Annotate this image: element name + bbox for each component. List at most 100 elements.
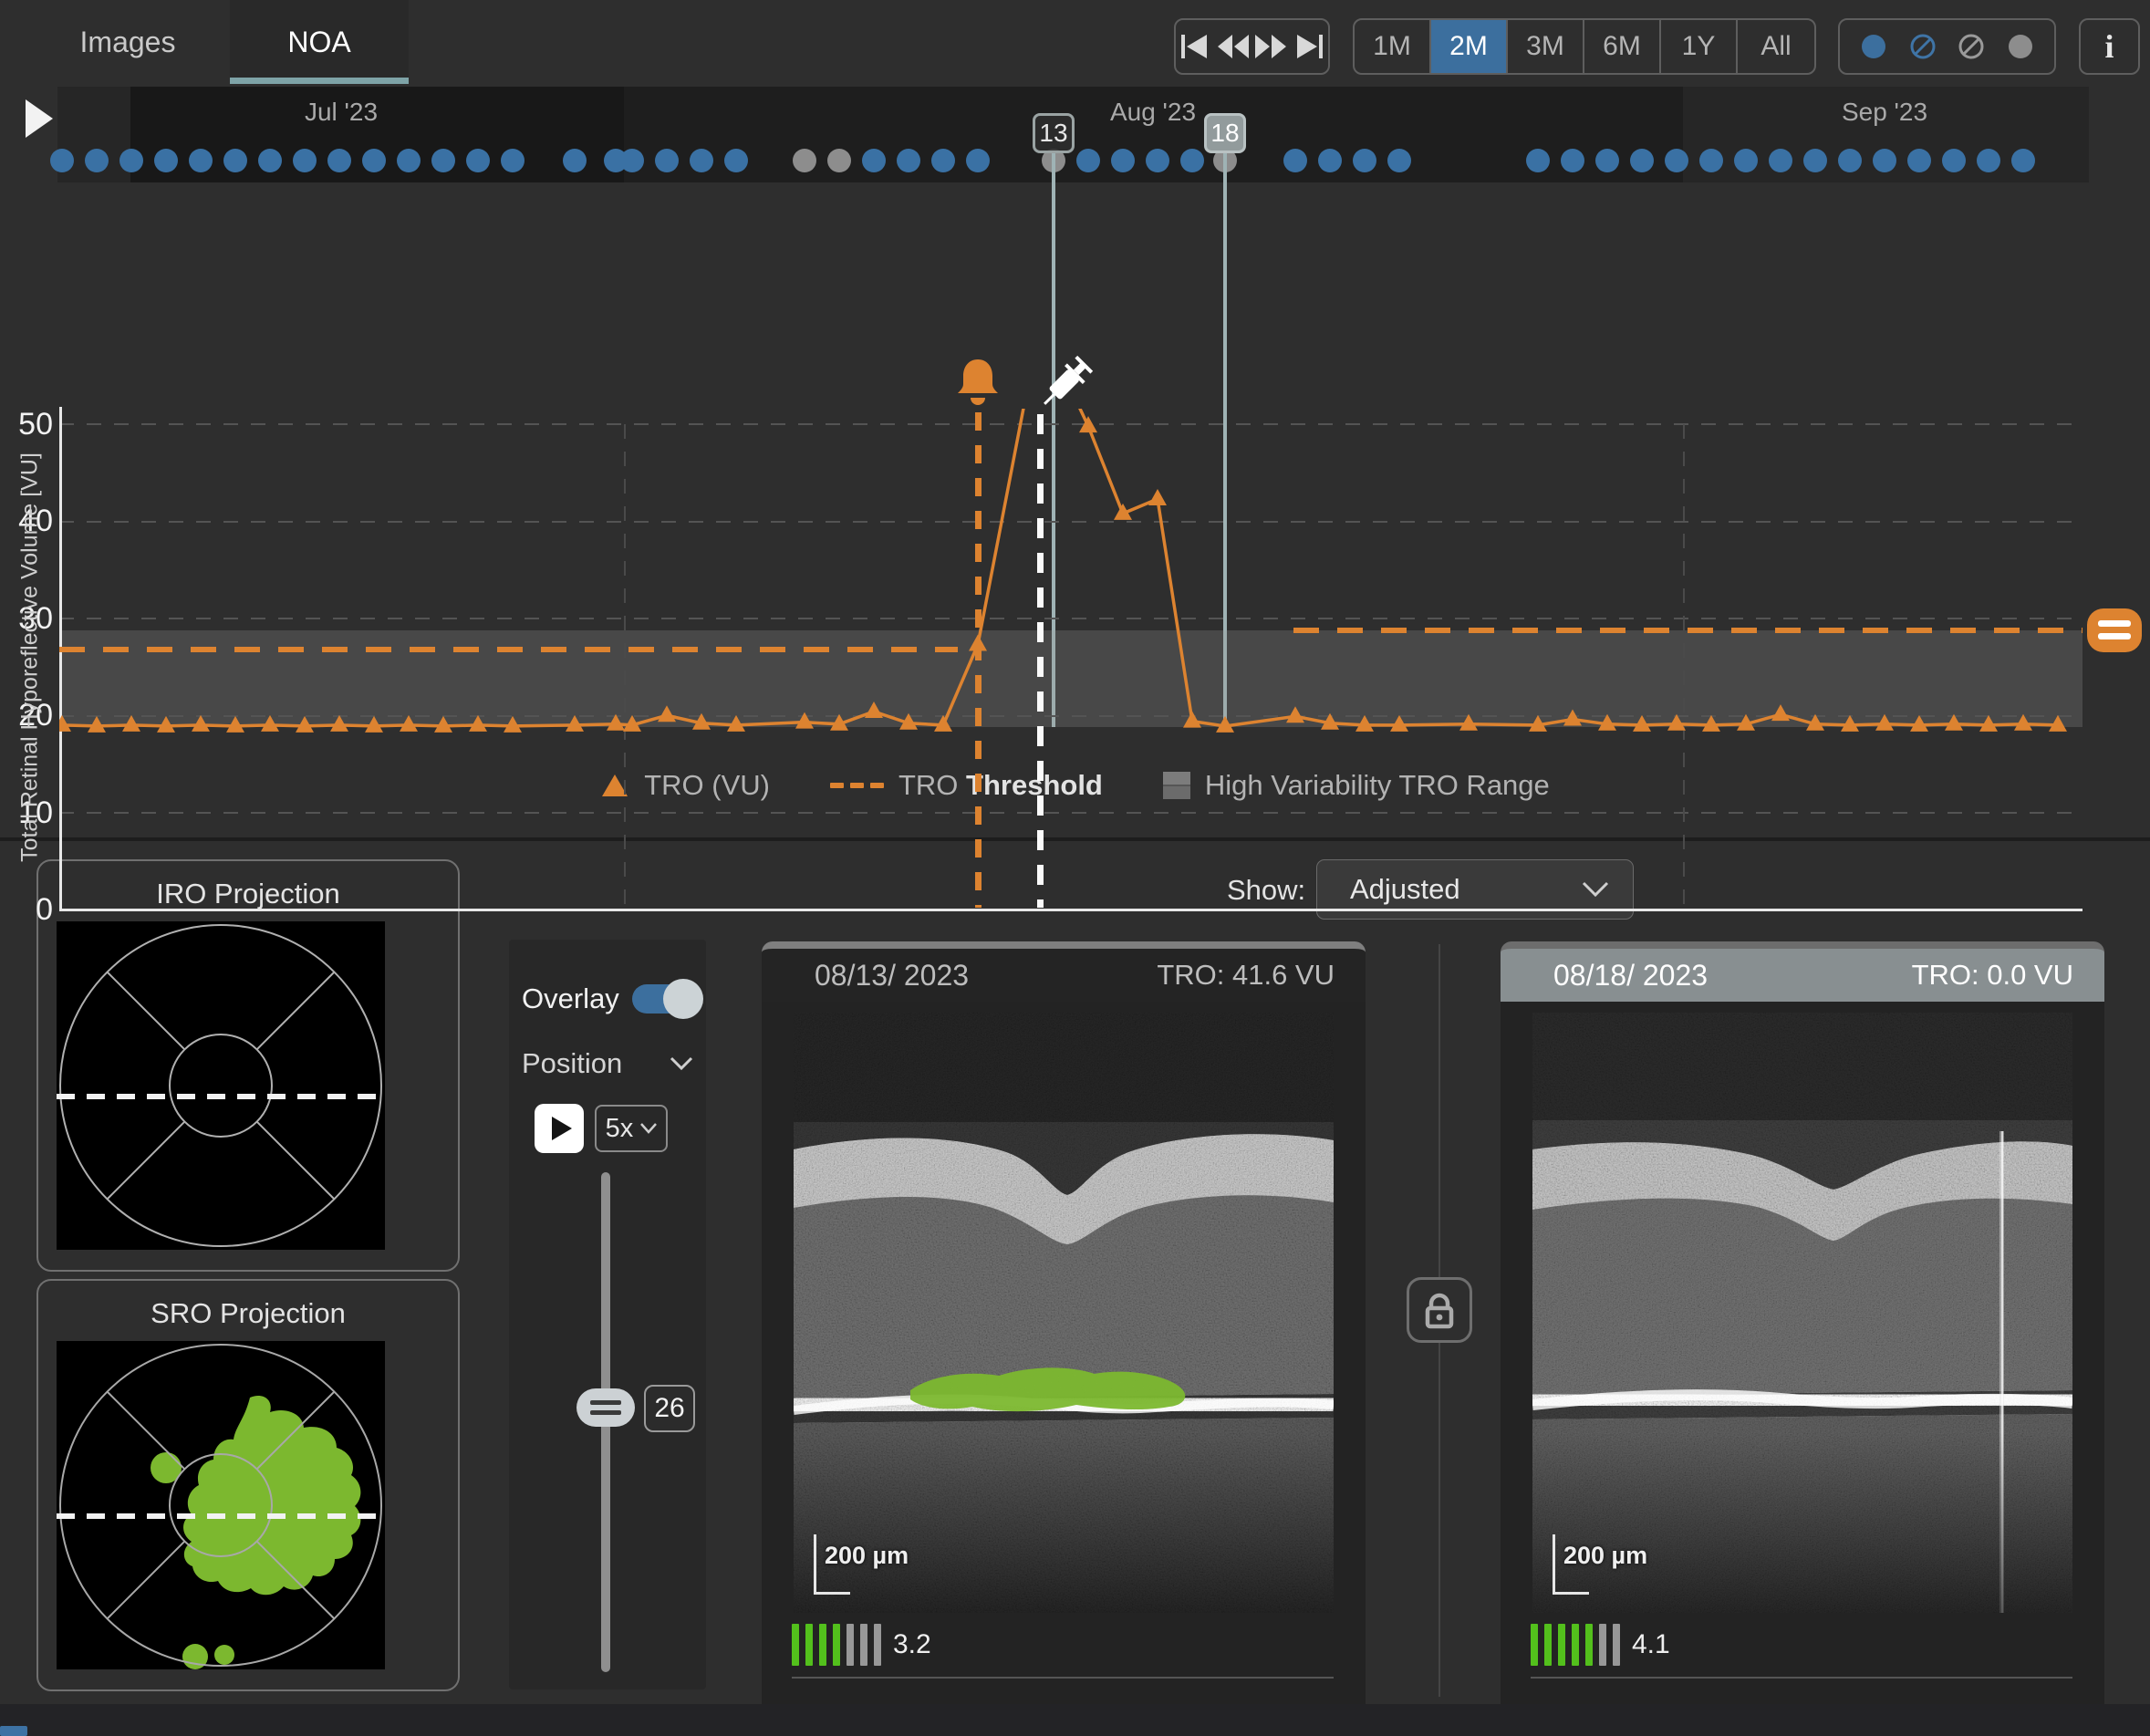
tro-data-series[interactable] [59,409,2082,912]
tab-images[interactable]: Images [36,0,219,84]
timeline-scan-dot[interactable] [1526,149,1550,172]
bscan-image-0818[interactable]: 200 µm [1532,1013,2072,1613]
tro-data-point [1910,715,1928,732]
timeline-scan-dot[interactable] [501,149,525,172]
timeline-scan-dot[interactable] [1146,149,1169,172]
range-all-button[interactable]: All [1738,20,1814,73]
timeline-scan-dot[interactable] [1873,149,1896,172]
timeline-scan-dot[interactable] [119,149,143,172]
timeline-scan-dot[interactable] [1353,149,1376,172]
timeline-scan-dot[interactable] [931,149,955,172]
timeline-scan-dot[interactable] [1076,149,1100,172]
timeline-scan-dot[interactable] [620,149,644,172]
bscan-image-0813[interactable]: 200 µm [794,1013,1334,1613]
timeline-play-button[interactable] [26,99,53,138]
timeline-scan-dot[interactable] [1630,149,1654,172]
info-button[interactable]: i [2079,18,2140,75]
timeline-scan-dot[interactable] [293,149,317,172]
range-3m-button[interactable]: 3M [1508,20,1584,73]
bscan-panel-0818: 08/18/ 2023 TRO: 0.0 VU 200 µm [1501,941,2104,1704]
timeline-scan-dot[interactable] [827,149,851,172]
tro-data-point [330,715,348,732]
timeline-scan-dot[interactable] [327,149,351,172]
iro-projection-map[interactable] [57,921,385,1250]
tab-noa-label: NOA [287,26,350,59]
timeline-scan-dot[interactable] [1111,149,1135,172]
quality-bar [860,1624,867,1666]
timeline-scan-dot[interactable] [793,149,816,172]
skip-to-end-button[interactable] [1290,20,1328,73]
bscan-header-0818[interactable]: 08/18/ 2023 TRO: 0.0 VU [1501,941,2104,1002]
sro-projection-title: SRO Projection [38,1297,458,1330]
quality-indicator: 4.1 [1531,1622,1670,1666]
quality-bar [1558,1624,1565,1666]
timeline-scan-dot[interactable] [258,149,282,172]
lock-sync-button[interactable] [1407,1277,1472,1343]
gray-slashed-dot-icon[interactable] [1956,31,1987,62]
gray-filled-dot-icon[interactable] [2005,31,2036,62]
timeline-scan-dot[interactable] [1665,149,1688,172]
timeline-scan-dot[interactable] [1769,149,1792,172]
timeline-scan-dot[interactable] [2011,149,2035,172]
timeline-scan-dot[interactable] [85,149,109,172]
sro-projection-map[interactable] [57,1341,385,1669]
injection-syringe-icon[interactable] [1033,343,1106,421]
timeline-scan-dot[interactable] [1942,149,1966,172]
bscan-slider-handle[interactable] [576,1388,635,1427]
timeline-scan-dot[interactable] [50,149,74,172]
timeline-scan-dot[interactable] [431,149,455,172]
event-marker-13[interactable]: 13 [1033,113,1075,153]
scan-dots-row [0,149,2150,172]
timeline-scan-dot[interactable] [1283,149,1307,172]
skip-to-start-button[interactable] [1176,20,1214,73]
position-dropdown[interactable]: Position [522,1047,693,1080]
range-2m-button[interactable]: 2M [1431,20,1508,73]
bscan-play-button[interactable] [535,1104,584,1153]
timeline-scan-dot[interactable] [1803,149,1827,172]
tro-data-point [1459,714,1478,731]
timeline-scan-dot[interactable] [862,149,886,172]
playback-speed-select[interactable]: 5x [595,1105,668,1152]
timeline-scan-dot[interactable] [655,149,679,172]
step-forward-button[interactable] [1252,20,1291,73]
range-1y-button[interactable]: 1Y [1661,20,1738,73]
bscan-controls-panel: Overlay Position 5x 26 [509,940,706,1689]
alert-bell-icon[interactable] [956,358,1000,413]
timeline-scan-dot[interactable] [362,149,386,172]
overlay-toggle[interactable] [632,982,703,1016]
range-1m-button[interactable]: 1M [1355,20,1431,73]
timeline-scan-dot[interactable] [223,149,247,172]
blue-slashed-dot-icon[interactable] [1907,31,1938,62]
timeline-scan-dot[interactable] [897,149,920,172]
timeline-scan-dot[interactable] [1180,149,1204,172]
timeline-scan-dot[interactable] [1699,149,1723,172]
bscan-header-0813[interactable]: 08/13/ 2023 TRO: 41.6 VU [762,941,1366,1002]
timeline-scan-dot[interactable] [1907,149,1931,172]
timeline-scan-dot[interactable] [1318,149,1342,172]
timeline-scan-dot[interactable] [154,149,178,172]
timeline-scan-dot[interactable] [724,149,748,172]
step-back-button[interactable] [1214,20,1252,73]
range-6m-button[interactable]: 6M [1584,20,1661,73]
event-marker-18[interactable]: 18 [1204,113,1246,153]
timeline-scan-dot[interactable] [1734,149,1758,172]
timeline-scan-dot[interactable] [1595,149,1619,172]
sro-projection-panel: SRO Projection [36,1279,460,1691]
timeline-scan-dot[interactable] [563,149,587,172]
timeline-scan-dot[interactable] [466,149,490,172]
timeline-scan-dot[interactable] [690,149,713,172]
timeline-scan-dot[interactable] [1561,149,1584,172]
blue-filled-dot-icon[interactable] [1858,31,1889,62]
timeline-scan-dot[interactable] [1977,149,2000,172]
bscan-date: 08/13/ 2023 [815,959,1157,993]
timeline-scan-dot[interactable] [397,149,421,172]
threshold-drag-handle[interactable] [2087,608,2142,652]
timeline-scan-dot[interactable] [189,149,213,172]
tro-data-point [1667,714,1686,731]
timeline-scan-dot[interactable] [966,149,990,172]
bottom-left-accent [0,1726,27,1736]
info-icon: i [2104,27,2114,66]
timeline-scan-dot[interactable] [1838,149,1862,172]
tab-noa[interactable]: NOA [230,0,409,84]
timeline-scan-dot[interactable] [1387,149,1411,172]
